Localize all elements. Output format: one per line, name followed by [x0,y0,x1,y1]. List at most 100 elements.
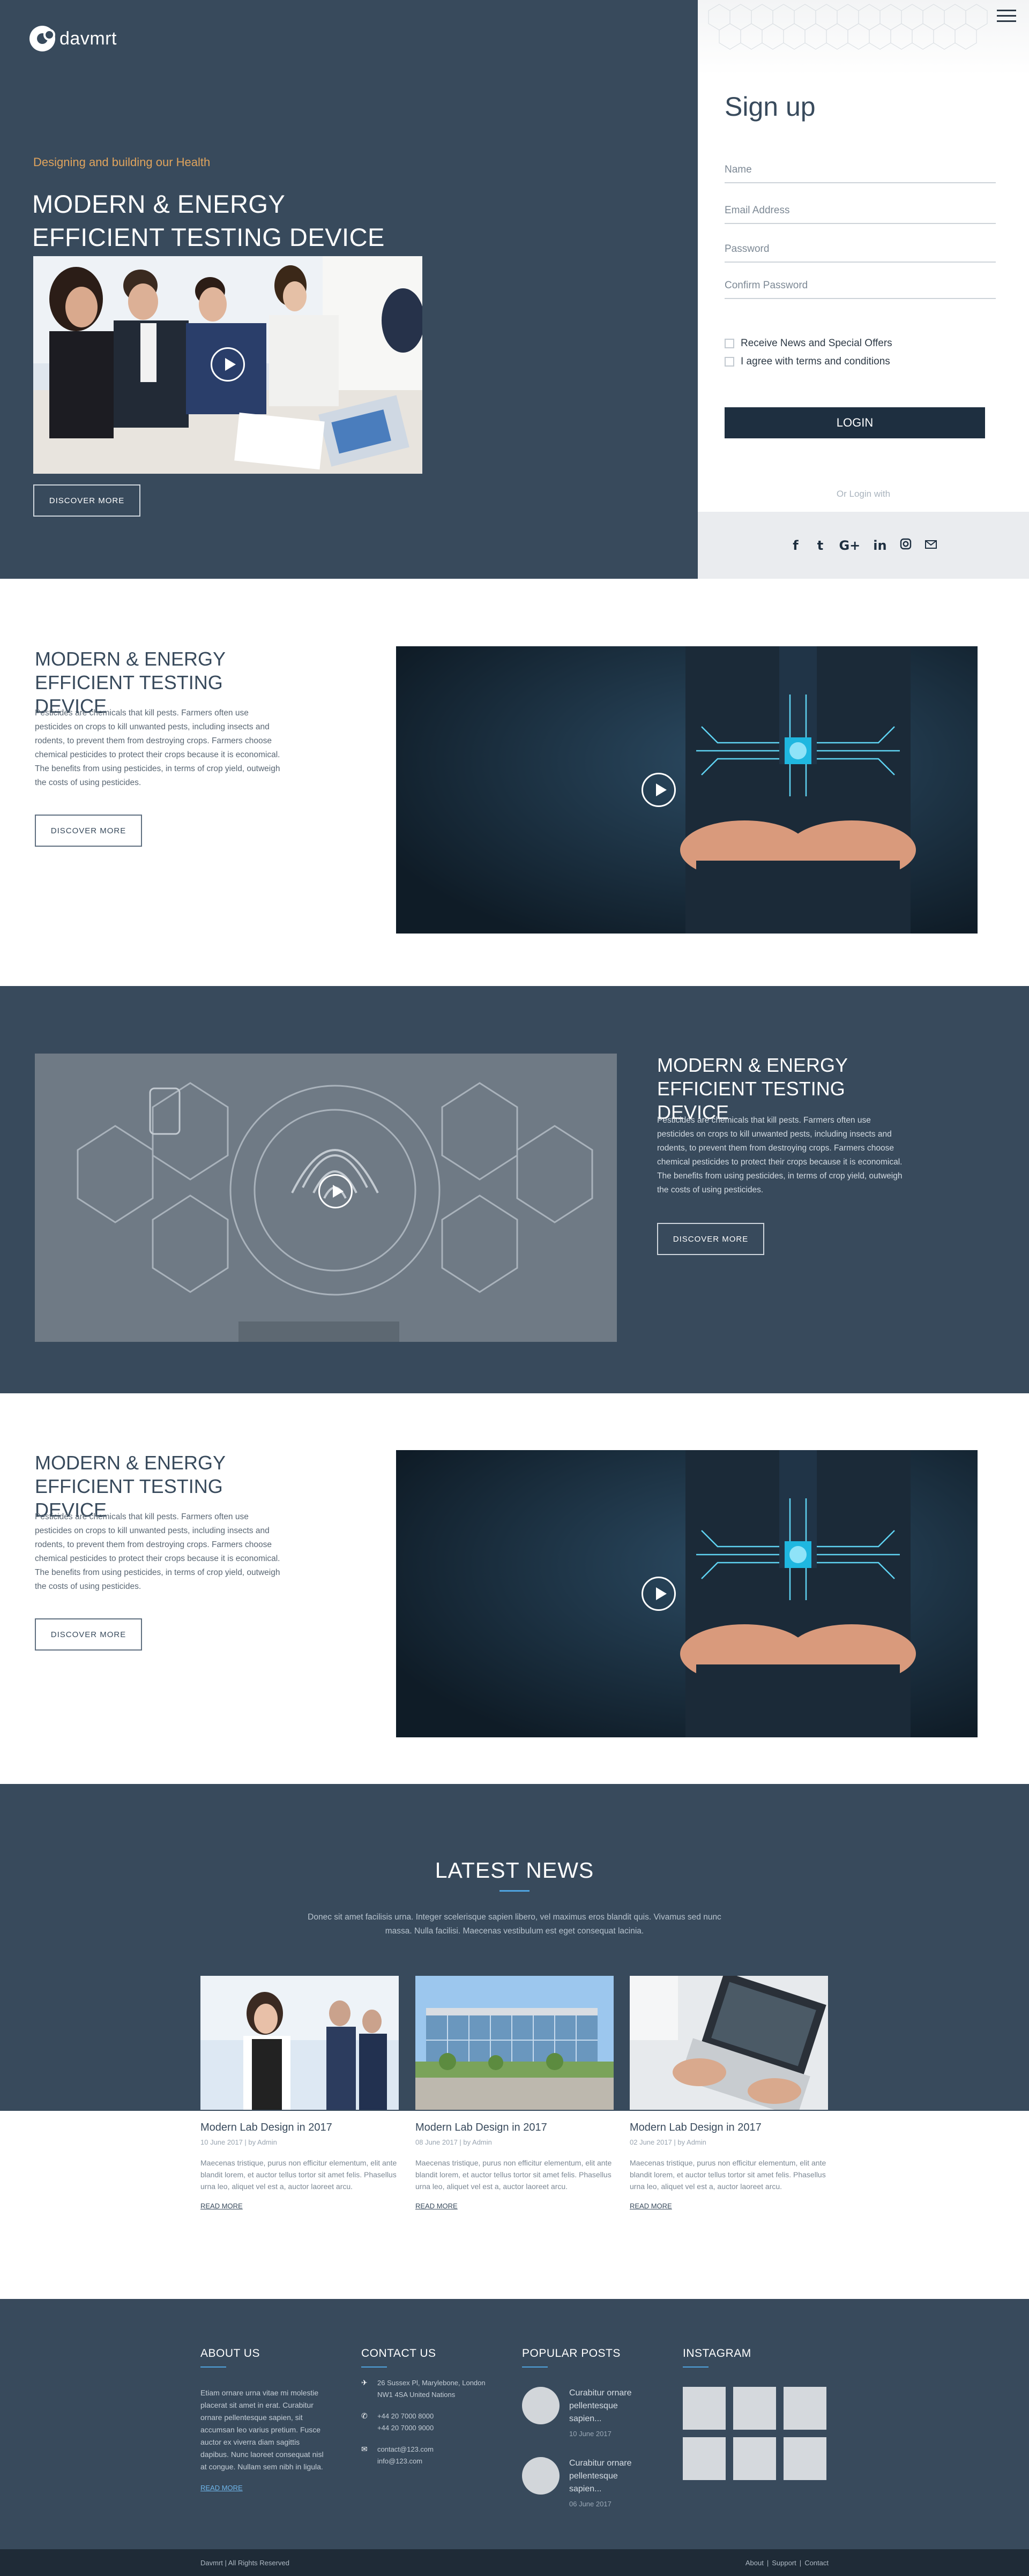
about-link[interactable]: About [745,2559,764,2567]
support-link[interactable]: Support [772,2559,796,2567]
instagram-photo[interactable] [733,2387,776,2430]
instagram-photo[interactable] [784,2387,826,2430]
feature-section-2: MODERN & ENERGY EFFICIENT TESTING DEVICE… [0,986,1029,1393]
news-image[interactable] [630,1976,828,2110]
page: davmrt Designing and building our Health… [0,0,1029,2576]
footer-posts-title: POPULAR POSTS [522,2347,621,2360]
hero-discover-more-button[interactable]: DISCOVER MORE [33,484,140,517]
terms-checkbox-row[interactable]: I agree with terms and conditions [725,356,890,368]
link-separator: | [766,2559,769,2567]
latest-news-section: LATEST NEWS Donec sit amet facilisis urn… [0,1784,1029,2320]
business-people-photo [200,1976,399,2110]
news-card-meta: 10 June 2017 | by Admin [200,2138,277,2146]
news-image[interactable] [200,1976,399,2110]
logo[interactable]: davmrt [29,26,117,51]
facebook-icon[interactable]: f [789,538,801,553]
read-more-link[interactable]: READ MORE [415,2202,458,2210]
instagram-photo[interactable] [733,2437,776,2480]
play-icon[interactable] [642,773,676,807]
news-image[interactable] [415,1976,614,2110]
news-offers-checkbox[interactable] [725,339,734,348]
play-icon[interactable] [642,1577,676,1611]
post-title[interactable]: Curabitur ornare pellentesque sapien... [569,2387,651,2425]
footer-popular-posts: POPULAR POSTS Curabitur ornare pellentes… [522,2347,651,2508]
instagram-photo[interactable] [683,2437,726,2480]
contact-phone: ✆ +44 20 7000 8000 +44 20 7000 9000 [361,2410,490,2434]
feature-video-1 [396,646,978,934]
news-card-title[interactable]: Modern Lab Design in 2017 [415,2122,614,2134]
contact-phones: +44 20 7000 8000 +44 20 7000 9000 [377,2410,434,2434]
popular-post[interactable]: Curabitur ornare pellentesque sapien... … [522,2387,651,2438]
contact-phone-1[interactable]: +44 20 7000 8000 [377,2410,434,2422]
news-card: Modern Lab Design in 2017 08 June 2017 |… [415,1976,614,2211]
google-plus-icon[interactable]: G+ [839,538,860,553]
news-subtitle: Donec sit amet facilisis urna. Integer s… [308,1913,721,1936]
footer-title-underline [683,2366,709,2368]
name-field[interactable] [725,160,996,183]
contact-address-text: 26 Sussex Pl, Marylebone, London NW1 4SA… [377,2379,486,2399]
instagram-photo[interactable] [683,2387,726,2430]
logo-mark-icon [29,26,55,51]
phone-icon: ✆ [361,2412,368,2421]
email-field[interactable] [725,200,996,224]
news-card-title[interactable]: Modern Lab Design in 2017 [200,2122,399,2134]
footer-read-more-link[interactable]: READ MORE [200,2484,243,2492]
feature-body-3: Pesticides are chemicals that kill pests… [35,1512,280,1591]
bottom-links: About | Support | Contact [745,2559,829,2567]
linkedin-icon[interactable]: in [873,538,886,553]
feature-discover-more-button-3[interactable]: DISCOVER MORE [35,1618,142,1651]
login-button[interactable]: LOGIN [725,407,985,438]
password-field[interactable] [725,239,996,263]
footer-about-title: ABOUT US [200,2347,260,2360]
news-card-body: Maecenas tristique, purus non efficitur … [630,2159,826,2191]
footer-contact: CONTACT US ✈ 26 Sussex Pl, Marylebone, L… [361,2347,490,2467]
contact-email-1[interactable]: contact@123.com [377,2444,434,2455]
feature-body-1: Pesticides are chemicals that kill pests… [35,708,280,787]
confirm-password-field[interactable] [725,275,996,299]
news-title-underline [499,1890,530,1892]
chip-hands-image [396,1450,978,1737]
contact-phone-2[interactable]: +44 20 7000 9000 [377,2422,434,2434]
contact-link[interactable]: Contact [804,2559,829,2567]
hexagon-pattern-graphic [708,4,988,50]
contact-address: ✈ 26 Sussex Pl, Marylebone, London NW1 4… [361,2377,490,2401]
chip-hands-image [396,646,978,934]
feature-section-3: MODERN & ENERGY EFFICIENT TESTING DEVICE… [0,1393,1029,1784]
feature-body-2: Pesticides are chemicals that kill pests… [657,1116,903,1194]
contact-emails: contact@123.com info@123.com [377,2444,434,2467]
feature-discover-more-button-1[interactable]: DISCOVER MORE [35,815,142,847]
news-offers-label: Receive News and Special Offers [741,338,892,349]
read-more-link[interactable]: READ MORE [630,2202,672,2210]
office-building-photo [415,1976,614,2110]
news-card-title[interactable]: Modern Lab Design in 2017 [630,2122,828,2134]
bottom-bar: Davmrt | All Rights Reserved About | Sup… [0,2549,1029,2576]
menu-icon[interactable] [997,10,1016,25]
news-offers-checkbox-row[interactable]: Receive News and Special Offers [725,338,892,349]
post-thumbnail[interactable] [522,2387,560,2424]
laptop-work-photo [630,1976,828,2110]
mail-icon[interactable] [924,538,937,553]
read-more-link[interactable]: READ MORE [200,2202,243,2210]
social-login-bar: f t G+ in [698,512,1029,579]
contact-email-2[interactable]: info@123.com [377,2455,434,2467]
footer-instagram: INSTAGRAM [683,2347,827,2480]
instagram-photo[interactable] [784,2437,826,2480]
footer-title-underline [200,2366,226,2368]
instagram-icon[interactable] [900,538,912,553]
play-icon[interactable] [211,347,245,382]
footer-about-text: Etiam ornare urna vitae mi molestie plac… [200,2388,324,2471]
post-title[interactable]: Curabitur ornare pellentesque sapien... [569,2457,651,2496]
terms-checkbox[interactable] [725,357,734,367]
news-title: LATEST NEWS [435,1858,594,1883]
signup-title: Sign up [725,92,816,122]
play-icon[interactable] [318,1174,353,1208]
news-card-body: Maecenas tristique, purus non efficitur … [200,2159,397,2191]
hero-title: MODERN & ENERGY EFFICIENT TESTING DEVICE [32,190,385,251]
popular-post[interactable]: Curabitur ornare pellentesque sapien... … [522,2457,651,2508]
feature-video-2 [35,1054,617,1342]
feature-discover-more-button-2[interactable]: DISCOVER MORE [657,1223,764,1255]
terms-label: I agree with terms and conditions [741,356,890,367]
post-thumbnail[interactable] [522,2457,560,2495]
signup-panel: Sign up Receive News and Special Offers … [698,0,1029,579]
twitter-icon[interactable]: t [814,538,826,553]
